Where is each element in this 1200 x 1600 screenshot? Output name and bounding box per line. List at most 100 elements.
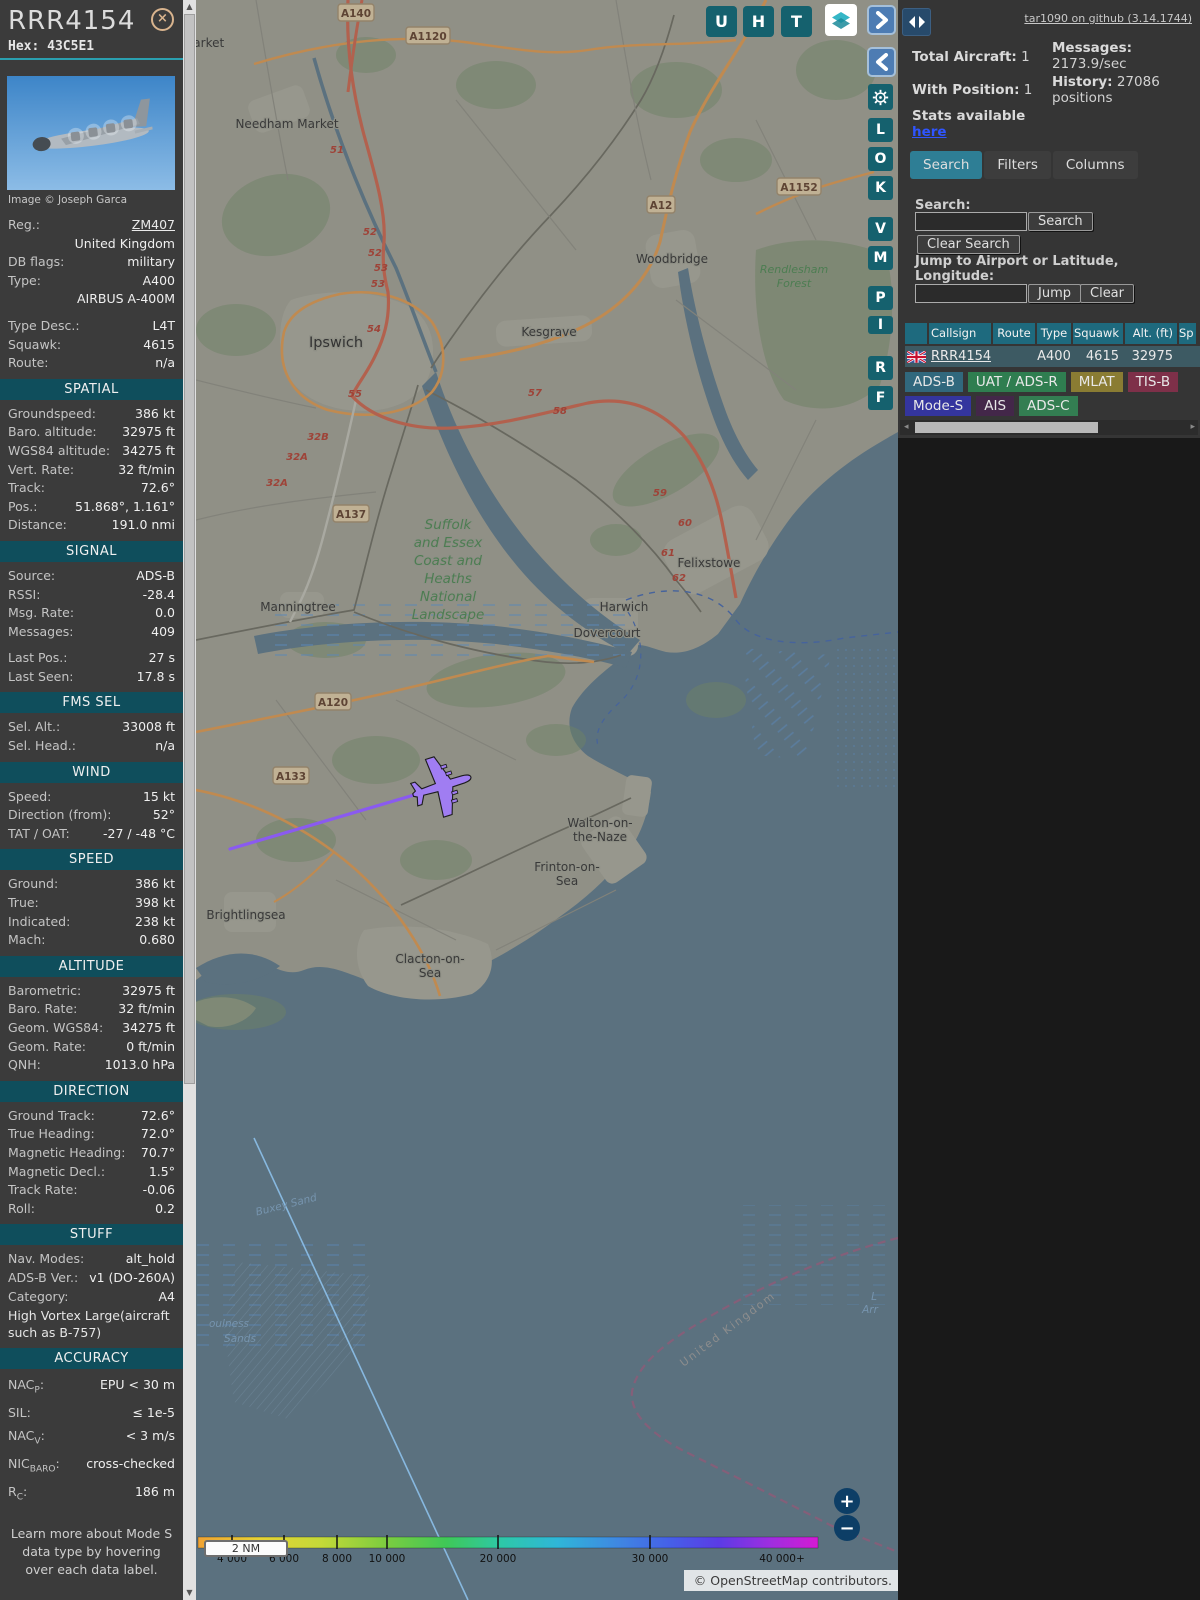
badge-mlat[interactable]: MLAT (1070, 372, 1123, 392)
zoom-in-button[interactable]: + (834, 1488, 860, 1514)
scrollbar-thumb[interactable] (184, 14, 195, 1084)
badge-ads-b[interactable]: ADS-B (905, 372, 963, 392)
data-row: Groundspeed: 386 kt (8, 405, 175, 421)
data-row: Baro. altitude: 32975 ft (8, 424, 175, 440)
badge-ads-c[interactable]: ADS-C (1019, 396, 1078, 416)
data-row: Nav. Modes: alt_hold (8, 1251, 175, 1267)
detail-blocks: Reg.: ZM407 United Kingdom DB flags: militar… (0, 216, 183, 1509)
hscroll-thumb[interactable] (915, 422, 1098, 433)
data-row: Pos.: 51.868°, 1.161° (8, 498, 175, 514)
badge-mode-s[interactable]: Mode-S (905, 396, 972, 416)
road-shield: A137 (332, 504, 370, 523)
data-row: WGS84 altitude: 34275 ft (8, 442, 175, 458)
col-alt[interactable]: Alt. (ft) (1125, 323, 1177, 344)
junction-number: 55 (348, 389, 362, 400)
data-row: Indicated: 238 kt (8, 913, 175, 929)
search-button[interactable]: Search (1028, 212, 1093, 231)
scroll-left-icon[interactable]: ◂ (904, 421, 909, 434)
jump-button[interactable]: Jump (1028, 284, 1081, 303)
junction-number: 59 (653, 488, 667, 499)
badge-uat-ads-r[interactable]: UAT / ADS-R (967, 372, 1066, 392)
clear-button[interactable]: Clear (1080, 284, 1134, 303)
table-horizontal-scrollbar[interactable]: ◂ ▸ (900, 420, 1198, 435)
osm-link[interactable]: © OpenStreetMap (694, 1573, 808, 1588)
data-row: NACV: < 3 m/s (8, 1427, 175, 1447)
jump-input[interactable] (915, 284, 1027, 303)
junction-number: 62 (672, 573, 686, 584)
map-button-O[interactable]: O (868, 147, 893, 171)
map-canvas[interactable]: wmarket Needham Market Ipswich Kesgrave Wood… (196, 0, 898, 1600)
map-place-label: Clacton-on- (395, 952, 464, 966)
junction-number: 60 (678, 518, 692, 529)
map-button-F[interactable]: F (868, 386, 893, 410)
data-row: Vert. Rate: 32 ft/min (8, 461, 175, 477)
layers-icon[interactable] (825, 4, 857, 36)
collapse-left-icon[interactable] (867, 47, 896, 77)
messages-stat: Messages: 2173.9/sec (1052, 40, 1133, 72)
data-row: Type: A400 (8, 272, 175, 288)
badge-ais[interactable]: AIS (976, 396, 1015, 416)
col-speed[interactable]: Sp (1179, 323, 1196, 344)
left-panel-scrollbar[interactable]: ▲ ▼ (183, 0, 196, 1600)
scroll-up-icon[interactable]: ▲ (183, 2, 196, 11)
legend-tick-label: 8 000 (322, 1553, 352, 1565)
svg-text:A1152: A1152 (780, 182, 817, 194)
map-button-V[interactable]: V (868, 217, 893, 241)
tab-filters[interactable]: Filters (984, 151, 1051, 179)
col-squawk[interactable]: Squawk (1073, 323, 1123, 344)
close-icon[interactable]: × (151, 8, 174, 31)
scroll-right-icon[interactable]: ▸ (1190, 421, 1195, 434)
data-row: Track: 72.6° (8, 480, 175, 496)
map-button-R[interactable]: R (868, 356, 893, 380)
section-header: DIRECTION (0, 1080, 183, 1102)
junction-number: 32A (266, 478, 288, 489)
data-row: Last Seen: 17.8 s (8, 668, 175, 684)
map-place-label: Woodbridge (636, 252, 708, 266)
expand-right-icon[interactable] (867, 5, 896, 35)
map-button-M[interactable]: M (868, 246, 893, 270)
version-link[interactable]: tar1090 on github (3.14.1744) (1024, 12, 1192, 25)
data-row: QNH: 1013.0 hPa (8, 1057, 175, 1073)
map-button-I[interactable]: I (868, 316, 893, 334)
map-button-T[interactable]: T (781, 6, 812, 37)
map-place-label: Harwich (600, 600, 649, 614)
data-row: Sel. Alt.: 33008 ft (8, 719, 175, 735)
zoom-out-button[interactable]: − (834, 1515, 860, 1541)
stats-here-link[interactable]: here (912, 124, 947, 140)
data-row: Ground: 386 kt (8, 876, 175, 892)
road-shield: A140 (337, 3, 375, 22)
data-row: Magnetic Decl.: 1.5° (8, 1163, 175, 1179)
map-place-label: Walton-on- (567, 816, 632, 830)
badge-tis-b[interactable]: TIS-B (1127, 372, 1179, 392)
tab-search[interactable]: Search (910, 151, 983, 179)
settings-gear-icon[interactable] (868, 84, 893, 110)
col-route[interactable]: Route (993, 323, 1035, 344)
table-row[interactable]: RRR4154 A400 4615 32975 (905, 346, 1198, 367)
svg-text:A120: A120 (318, 697, 348, 709)
aircraft-photo[interactable] (7, 76, 175, 190)
panel-resize-icon[interactable] (902, 8, 931, 36)
map-button-P[interactable]: P (868, 286, 893, 310)
junction-number: 32A (286, 452, 308, 463)
map-button-H[interactable]: H (743, 6, 774, 37)
data-row: Msg. Rate: 0.0 (8, 605, 175, 621)
svg-text:A133: A133 (276, 771, 306, 783)
map-button-K[interactable]: K (868, 176, 893, 200)
callsign-title: RRR4154 (8, 6, 136, 36)
svg-text:A12: A12 (650, 200, 673, 212)
data-row: DB flags: military (8, 254, 175, 270)
data-row: Category: A4 (8, 1288, 175, 1304)
row-callsign-link[interactable]: RRR4154 (931, 349, 991, 364)
map-button-U[interactable]: U (706, 6, 737, 37)
scroll-down-icon[interactable]: ▼ (183, 1588, 196, 1597)
clear-search-button[interactable]: Clear Search (917, 235, 1020, 254)
col-callsign[interactable]: Callsign (929, 323, 991, 344)
map-place-label: Kesgrave (521, 325, 576, 339)
search-input[interactable] (915, 212, 1027, 231)
registration-link[interactable]: ZM407 (132, 217, 175, 232)
tab-columns[interactable]: Columns (1052, 151, 1138, 179)
col-type[interactable]: Type (1037, 323, 1071, 344)
map-button-L[interactable]: L (868, 118, 893, 142)
photo-credit: Image © Joseph Garca (8, 194, 128, 206)
map-place-label: Felixstowe (678, 556, 741, 570)
